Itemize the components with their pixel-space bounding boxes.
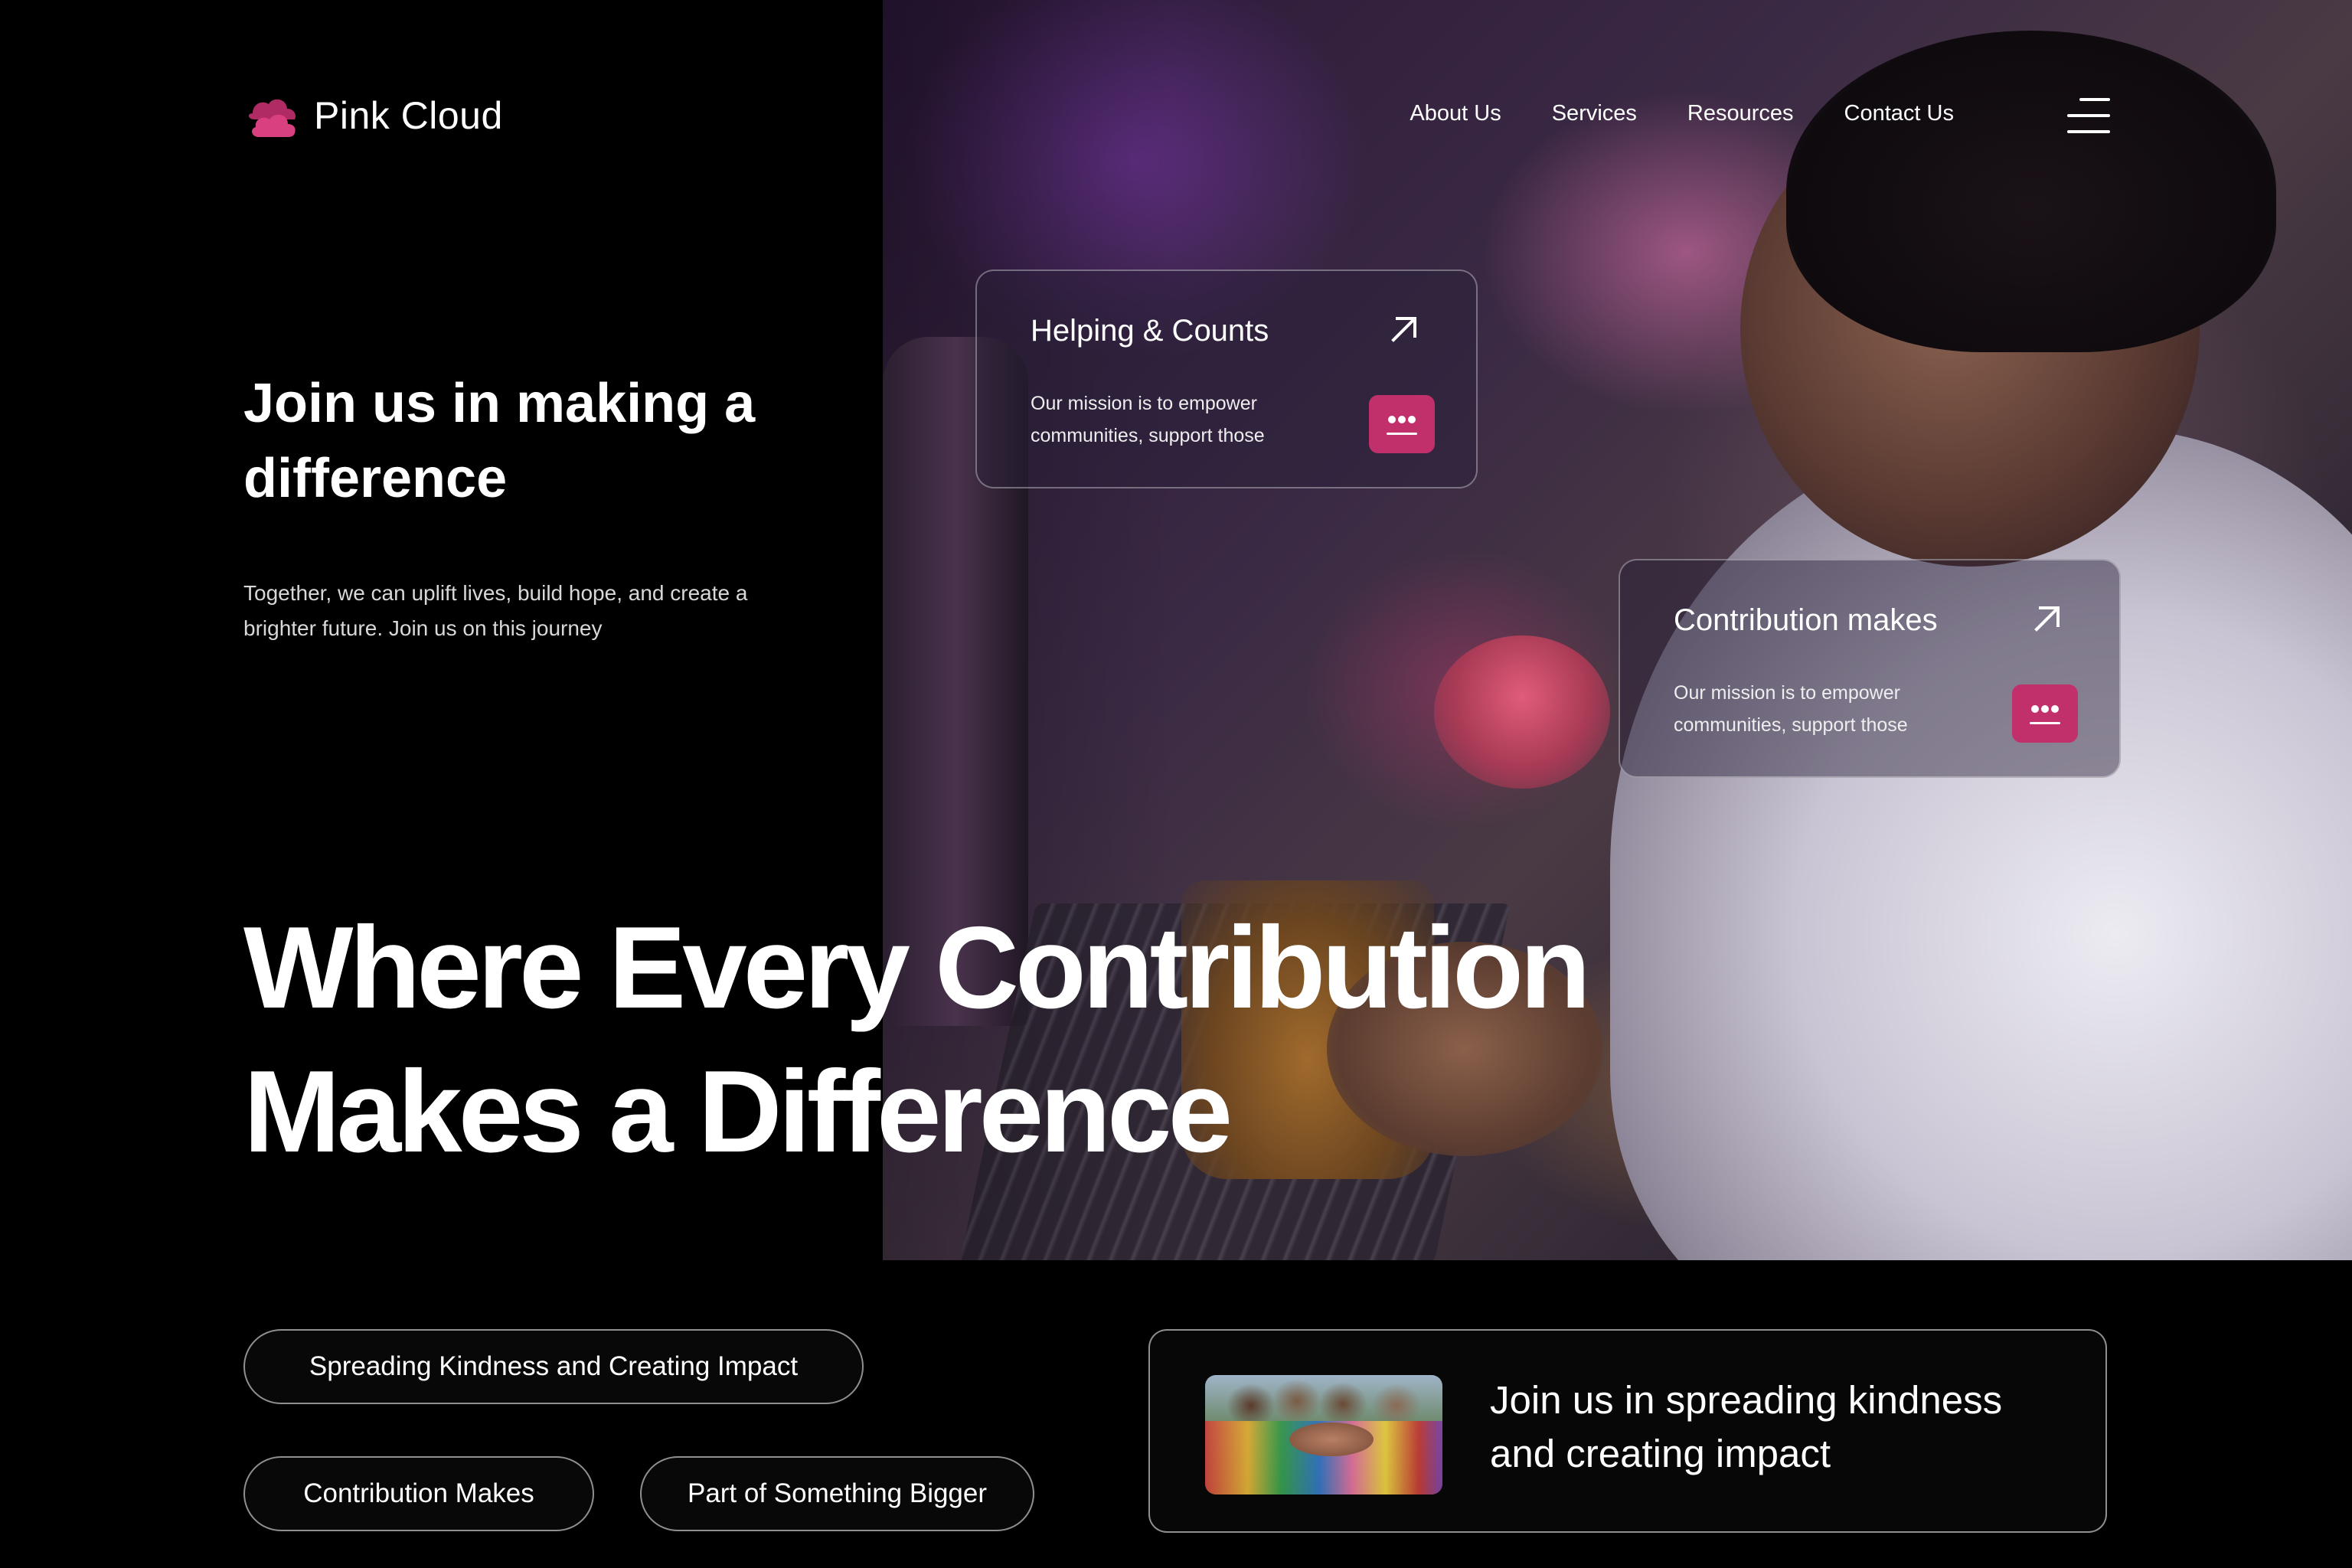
menu-line bbox=[2067, 130, 2110, 133]
intro-text: Together, we can uplift lives, build hop… bbox=[243, 581, 748, 640]
headline-line-1: Where Every Contribution bbox=[243, 903, 1591, 1033]
brand-name: Pink Cloud bbox=[314, 94, 503, 137]
join-text: Join us in spreading kindness and creati… bbox=[1490, 1378, 2003, 1475]
arrow-up-right-icon[interactable] bbox=[1389, 314, 1419, 345]
menu-line bbox=[2067, 114, 2110, 117]
dot bbox=[2031, 705, 2039, 713]
main-nav: About Us Services Resources Contact Us bbox=[1410, 101, 1954, 126]
hamburger-menu-icon[interactable] bbox=[2067, 98, 2110, 133]
nav-contact-us[interactable]: Contact Us bbox=[1844, 101, 1954, 126]
nav-services[interactable]: Services bbox=[1552, 101, 1637, 126]
dot bbox=[1388, 416, 1396, 423]
logo[interactable]: Pink Cloud bbox=[243, 93, 503, 138]
card-text: Our mission is to empower communities, s… bbox=[1674, 682, 1908, 736]
hero-headline: Where Every Contribution Makes a Differe… bbox=[243, 896, 1698, 1184]
cloud-logo-icon bbox=[248, 99, 296, 137]
pill-part-of-something-bigger[interactable]: Part of Something Bigger bbox=[640, 1456, 1034, 1531]
stacked-hands bbox=[1289, 1423, 1374, 1456]
card-title: Helping & Counts bbox=[1031, 314, 1269, 348]
dot bbox=[2051, 705, 2059, 713]
arrow-up-right-icon[interactable] bbox=[2032, 603, 2063, 634]
page: Pink Cloud About Us Services Resources C… bbox=[0, 0, 2352, 1568]
card-title: Contribution makes bbox=[1674, 603, 1938, 637]
dash bbox=[1387, 433, 1417, 435]
pill-contribution-makes[interactable]: Contribution Makes bbox=[243, 1456, 594, 1531]
nav-about-us[interactable]: About Us bbox=[1410, 101, 1501, 126]
pill-spreading-kindness[interactable]: Spreading Kindness and Creating Impact bbox=[243, 1329, 864, 1404]
dash bbox=[2030, 722, 2060, 724]
nav-resources[interactable]: Resources bbox=[1687, 101, 1794, 126]
info-card-helping[interactable]: Helping & Counts Our mission is to empow… bbox=[975, 270, 1478, 488]
menu-line bbox=[2079, 98, 2110, 101]
message-button[interactable] bbox=[1369, 395, 1435, 453]
dot bbox=[1408, 416, 1416, 423]
community-photo bbox=[1205, 1375, 1442, 1494]
message-icon bbox=[2025, 698, 2065, 729]
intro-title: Join us in making a difference bbox=[243, 373, 756, 509]
header: Pink Cloud About Us Services Resources C… bbox=[0, 0, 2352, 230]
dot bbox=[2041, 705, 2049, 713]
info-card-contribution[interactable]: Contribution makes Our mission is to emp… bbox=[1619, 559, 2121, 778]
message-icon bbox=[1382, 409, 1422, 439]
card-text: Our mission is to empower communities, s… bbox=[1031, 393, 1265, 446]
join-card[interactable]: Join us in spreading kindness and creati… bbox=[1148, 1329, 2107, 1533]
dot bbox=[1398, 416, 1406, 423]
headline-line-2: Makes a Difference bbox=[243, 1047, 1233, 1177]
message-button[interactable] bbox=[2012, 684, 2078, 743]
